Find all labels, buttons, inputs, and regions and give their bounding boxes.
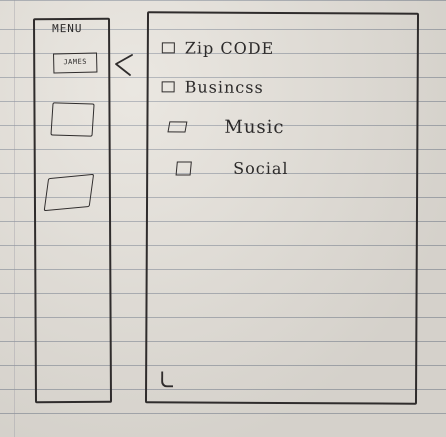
menu-item-james[interactable]: JAMES (53, 52, 98, 74)
option-label-business: Busincss (184, 77, 264, 97)
checkbox-business[interactable] (161, 81, 175, 93)
menu-item-3[interactable] (43, 173, 95, 212)
option-label-zip-code: Zip CODE (184, 38, 275, 58)
option-social[interactable]: Social (175, 158, 289, 179)
menu-item-2[interactable] (50, 102, 95, 137)
menu-title: MENU (52, 21, 83, 36)
checkbox-music[interactable] (167, 121, 188, 133)
option-zip-code[interactable]: Zip CODE (161, 38, 275, 58)
checkbox-zip-code[interactable] (161, 42, 175, 54)
paper-margin-line (14, 0, 15, 437)
option-music[interactable]: Music (167, 116, 285, 139)
menu-item-label: JAMES (63, 57, 88, 67)
left-arrow-icon (115, 54, 133, 76)
checkbox-social[interactable] (175, 160, 192, 176)
option-business[interactable]: Busincss (161, 77, 264, 97)
sidebar-menu: MENU JAMES (32, 17, 113, 404)
option-label-music: Music (224, 116, 285, 139)
option-label-social: Social (233, 158, 289, 179)
panel-corner-mark (161, 371, 174, 388)
main-panel: Zip CODE Busincss Music Social (144, 11, 420, 405)
